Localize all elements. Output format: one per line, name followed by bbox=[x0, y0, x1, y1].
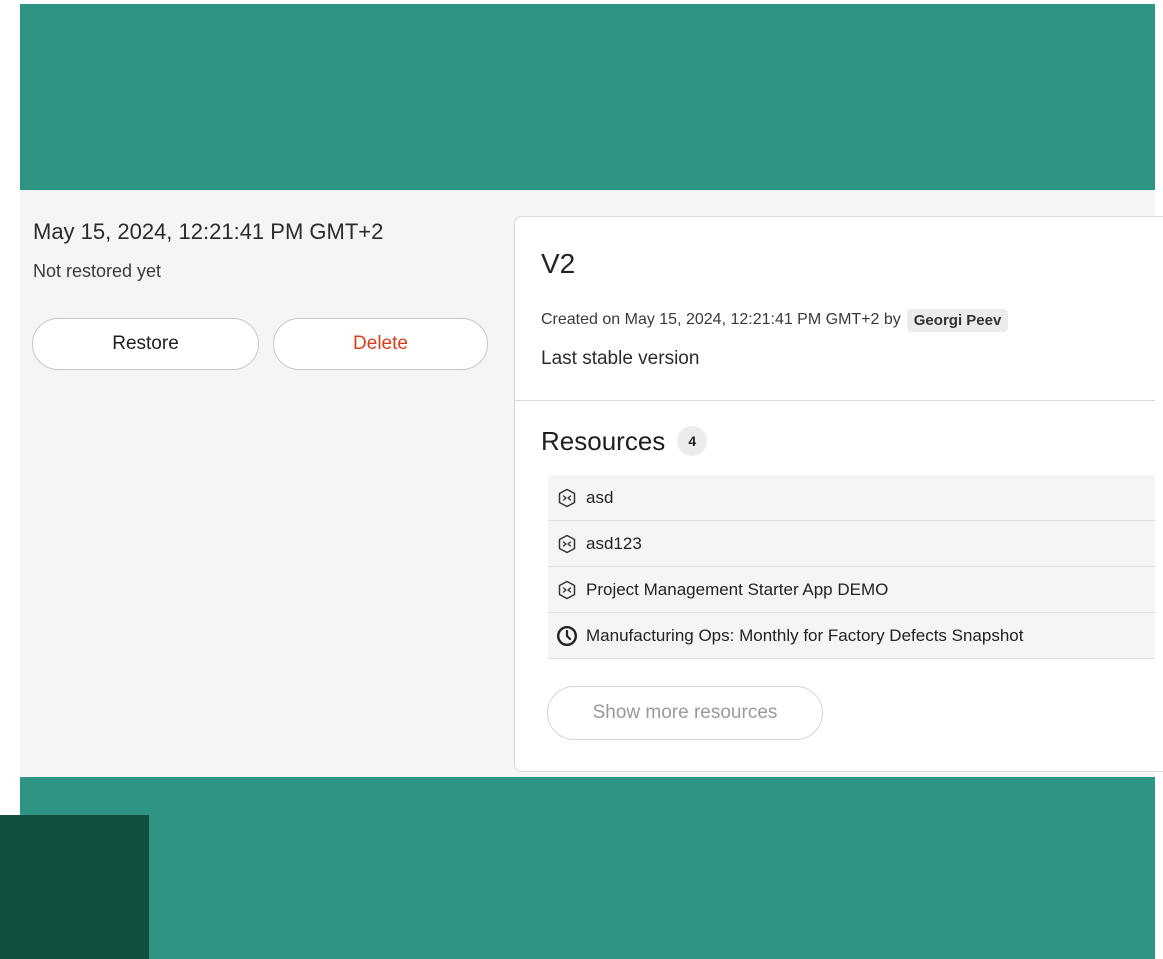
footer-banner bbox=[20, 777, 1155, 959]
resource-label: Project Management Starter App DEMO bbox=[586, 579, 889, 599]
delete-button[interactable]: Delete bbox=[273, 318, 488, 370]
resource-item[interactable]: Manufacturing Ops: Monthly for Factory D… bbox=[548, 613, 1155, 659]
created-info-text: Created on May 15, 2024, 12:21:41 PM GMT… bbox=[541, 311, 901, 328]
resource-item[interactable]: asd bbox=[548, 475, 1155, 521]
resource-label: asd123 bbox=[586, 533, 642, 553]
created-info: Created on May 15, 2024, 12:21:41 PM GMT… bbox=[541, 307, 1009, 333]
resource-label: asd bbox=[586, 487, 614, 507]
resources-header: Resources 4 bbox=[541, 423, 708, 459]
resource-label: Manufacturing Ops: Monthly for Factory D… bbox=[586, 625, 1024, 645]
version-description: Last stable version bbox=[541, 348, 700, 369]
app-hexagon-icon bbox=[556, 487, 578, 509]
restore-status: Not restored yet bbox=[33, 261, 162, 281]
divider bbox=[515, 400, 1155, 401]
restore-button[interactable]: Restore bbox=[32, 318, 259, 370]
app-hexagon-icon bbox=[556, 579, 578, 601]
author-chip[interactable]: Georgi Peev bbox=[906, 308, 1009, 332]
resources-title: Resources bbox=[541, 425, 666, 456]
resource-item[interactable]: asd123 bbox=[548, 521, 1155, 567]
resources-count-badge: 4 bbox=[677, 426, 708, 456]
resource-item[interactable]: Project Management Starter App DEMO bbox=[548, 567, 1155, 613]
clock-icon bbox=[556, 625, 578, 647]
footer-accent-block bbox=[0, 815, 149, 959]
version-title: V2 bbox=[541, 248, 576, 279]
app-hexagon-icon bbox=[556, 533, 578, 555]
entry-timestamp: May 15, 2024, 12:21:41 PM GMT+2 bbox=[33, 219, 384, 244]
header-banner bbox=[20, 4, 1155, 190]
show-more-resources-button[interactable]: Show more resources bbox=[547, 686, 823, 740]
resources-list: asd asd123 Project Management Starter Ap… bbox=[548, 475, 1155, 659]
